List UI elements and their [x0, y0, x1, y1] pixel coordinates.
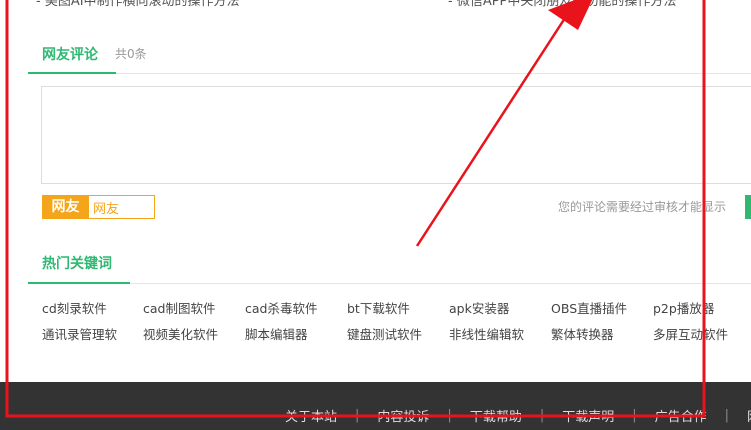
- footer-separator: |: [447, 408, 452, 423]
- comments-title: 网友评论: [42, 47, 98, 63]
- related-link[interactable]: - 美图AI中制作横向滚动的操作方法: [36, 0, 240, 9]
- related-links: - 美图AI中制作横向滚动的操作方法 - 微信APP中关闭朋友圈功能的操作方法: [28, 0, 748, 10]
- keyword-link[interactable]: 脚本编辑器: [245, 324, 308, 343]
- footer-separator: |: [539, 408, 545, 423]
- nickname-field-group: 网友: [42, 195, 155, 219]
- comment-textarea[interactable]: [41, 86, 751, 184]
- submit-comment-button[interactable]: [745, 195, 751, 219]
- comments-title-underline: [28, 72, 116, 74]
- footer-link-help[interactable]: 下载帮助: [470, 406, 522, 425]
- keyword-link[interactable]: cd刻录软件: [42, 298, 107, 317]
- nickname-input[interactable]: [89, 195, 155, 219]
- keyword-link[interactable]: 多屏互动软件: [653, 324, 728, 343]
- hot-keywords-title-underline: [28, 282, 130, 284]
- related-link[interactable]: - 微信APP中关闭朋友圈功能的操作方法: [448, 0, 676, 9]
- keyword-link[interactable]: p2p播放器: [653, 298, 714, 317]
- keyword-link[interactable]: apk安装器: [449, 298, 509, 317]
- nickname-label: 网友: [42, 195, 89, 219]
- keyword-link[interactable]: cad杀毒软件: [245, 298, 317, 317]
- keyword-link[interactable]: 通讯录管理软: [42, 324, 117, 343]
- comments-header: 网友评论 共0条: [28, 36, 751, 74]
- hot-keywords-header: 热门关键词: [28, 246, 751, 284]
- keyword-link[interactable]: bt下载软件: [347, 298, 410, 317]
- footer-link-statement[interactable]: 下载声明: [562, 406, 614, 425]
- comments-count: 共0条: [115, 47, 147, 61]
- keyword-link[interactable]: 键盘测试软件: [347, 324, 422, 343]
- keyword-link[interactable]: OBS直播插件: [551, 298, 627, 317]
- footer-link-ads[interactable]: 广告合作: [655, 406, 707, 425]
- footer-separator: |: [632, 408, 637, 423]
- hot-keywords-title: 热门关键词: [42, 256, 112, 272]
- footer-links: 关于本站 | 内容投诉 | 下载帮助 | 下载声明 | 广告合作 | 网: [285, 406, 751, 425]
- footer-link-about[interactable]: 关于本站: [285, 406, 337, 425]
- site-footer: 关于本站 | 内容投诉 | 下载帮助 | 下载声明 | 广告合作 | 网: [0, 382, 751, 430]
- footer-separator: |: [355, 408, 360, 423]
- keyword-link[interactable]: 非线性编辑软: [449, 324, 524, 343]
- review-notice: 您的评论需要经过审核才能显示: [558, 200, 727, 214]
- footer-separator: |: [724, 408, 730, 423]
- keyword-link[interactable]: 繁体转换器: [551, 324, 614, 343]
- footer-link-complaint[interactable]: 内容投诉: [377, 406, 429, 425]
- footer-link-more[interactable]: 网: [747, 406, 751, 425]
- keyword-link[interactable]: 视频美化软件: [143, 324, 218, 343]
- keyword-link[interactable]: cad制图软件: [143, 298, 215, 317]
